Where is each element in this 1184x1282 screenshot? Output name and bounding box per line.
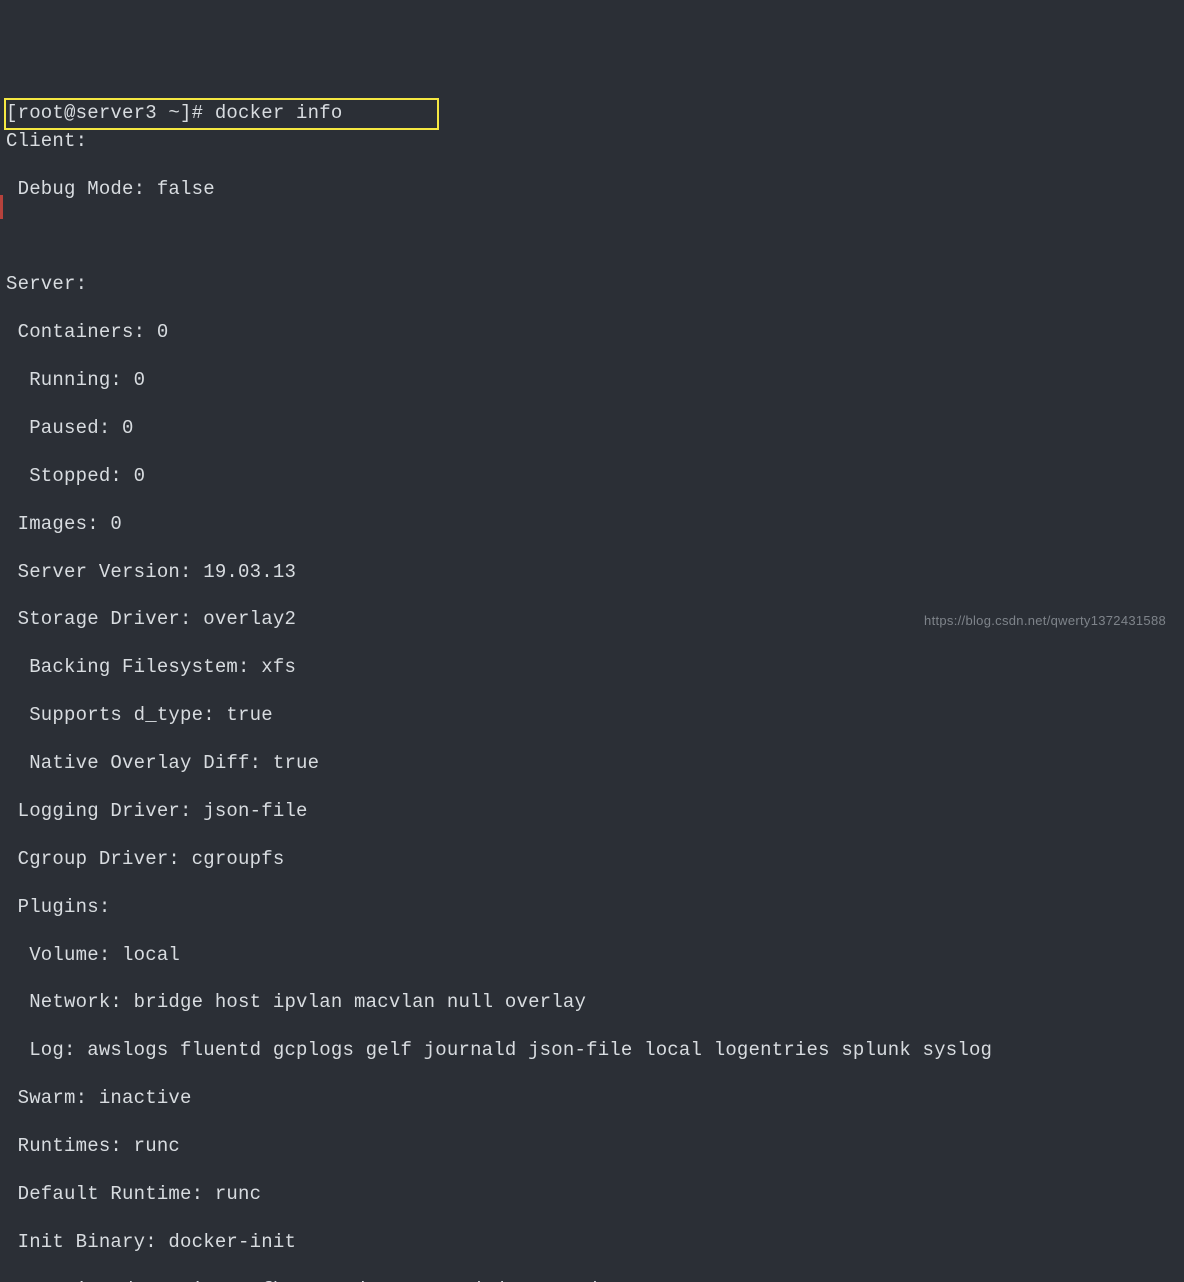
- runtimes: Runtimes: runc: [0, 1135, 1184, 1159]
- command-highlight-box: [root@server3 ~]# docker info: [4, 98, 439, 130]
- default-runtime: Default Runtime: runc: [0, 1183, 1184, 1207]
- plugins-header: Plugins:: [0, 896, 1184, 920]
- server-containers: Containers: 0: [0, 321, 1184, 345]
- server-version: Server Version: 19.03.13: [0, 561, 1184, 585]
- client-debug-mode: Debug Mode: false: [0, 178, 1184, 202]
- swarm-status: Swarm: inactive: [0, 1087, 1184, 1111]
- server-paused: Paused: 0: [0, 417, 1184, 441]
- plugin-volume: Volume: local: [0, 944, 1184, 968]
- client-header: Client:: [0, 130, 1184, 154]
- supports-dtype: Supports d_type: true: [0, 704, 1184, 728]
- watermark-text: https://blog.csdn.net/qwerty1372431588: [924, 613, 1166, 629]
- server-images: Images: 0: [0, 513, 1184, 537]
- cgroup-driver: Cgroup Driver: cgroupfs: [0, 848, 1184, 872]
- left-edge-marker: [0, 195, 3, 219]
- plugin-log: Log: awslogs fluentd gcplogs gelf journa…: [0, 1039, 1184, 1063]
- server-header: Server:: [0, 273, 1184, 297]
- init-binary: Init Binary: docker-init: [0, 1231, 1184, 1255]
- server-stopped: Stopped: 0: [0, 465, 1184, 489]
- plugin-network: Network: bridge host ipvlan macvlan null…: [0, 991, 1184, 1015]
- server-running: Running: 0: [0, 369, 1184, 393]
- shell-prompt-command: [root@server3 ~]# docker info: [6, 102, 342, 124]
- logging-driver: Logging Driver: json-file: [0, 800, 1184, 824]
- blank-line: [0, 225, 1184, 249]
- backing-filesystem: Backing Filesystem: xfs: [0, 656, 1184, 680]
- containerd-version: containerd version: 8fba4e9a7d01810a393d…: [0, 1279, 1184, 1282]
- native-overlay-diff: Native Overlay Diff: true: [0, 752, 1184, 776]
